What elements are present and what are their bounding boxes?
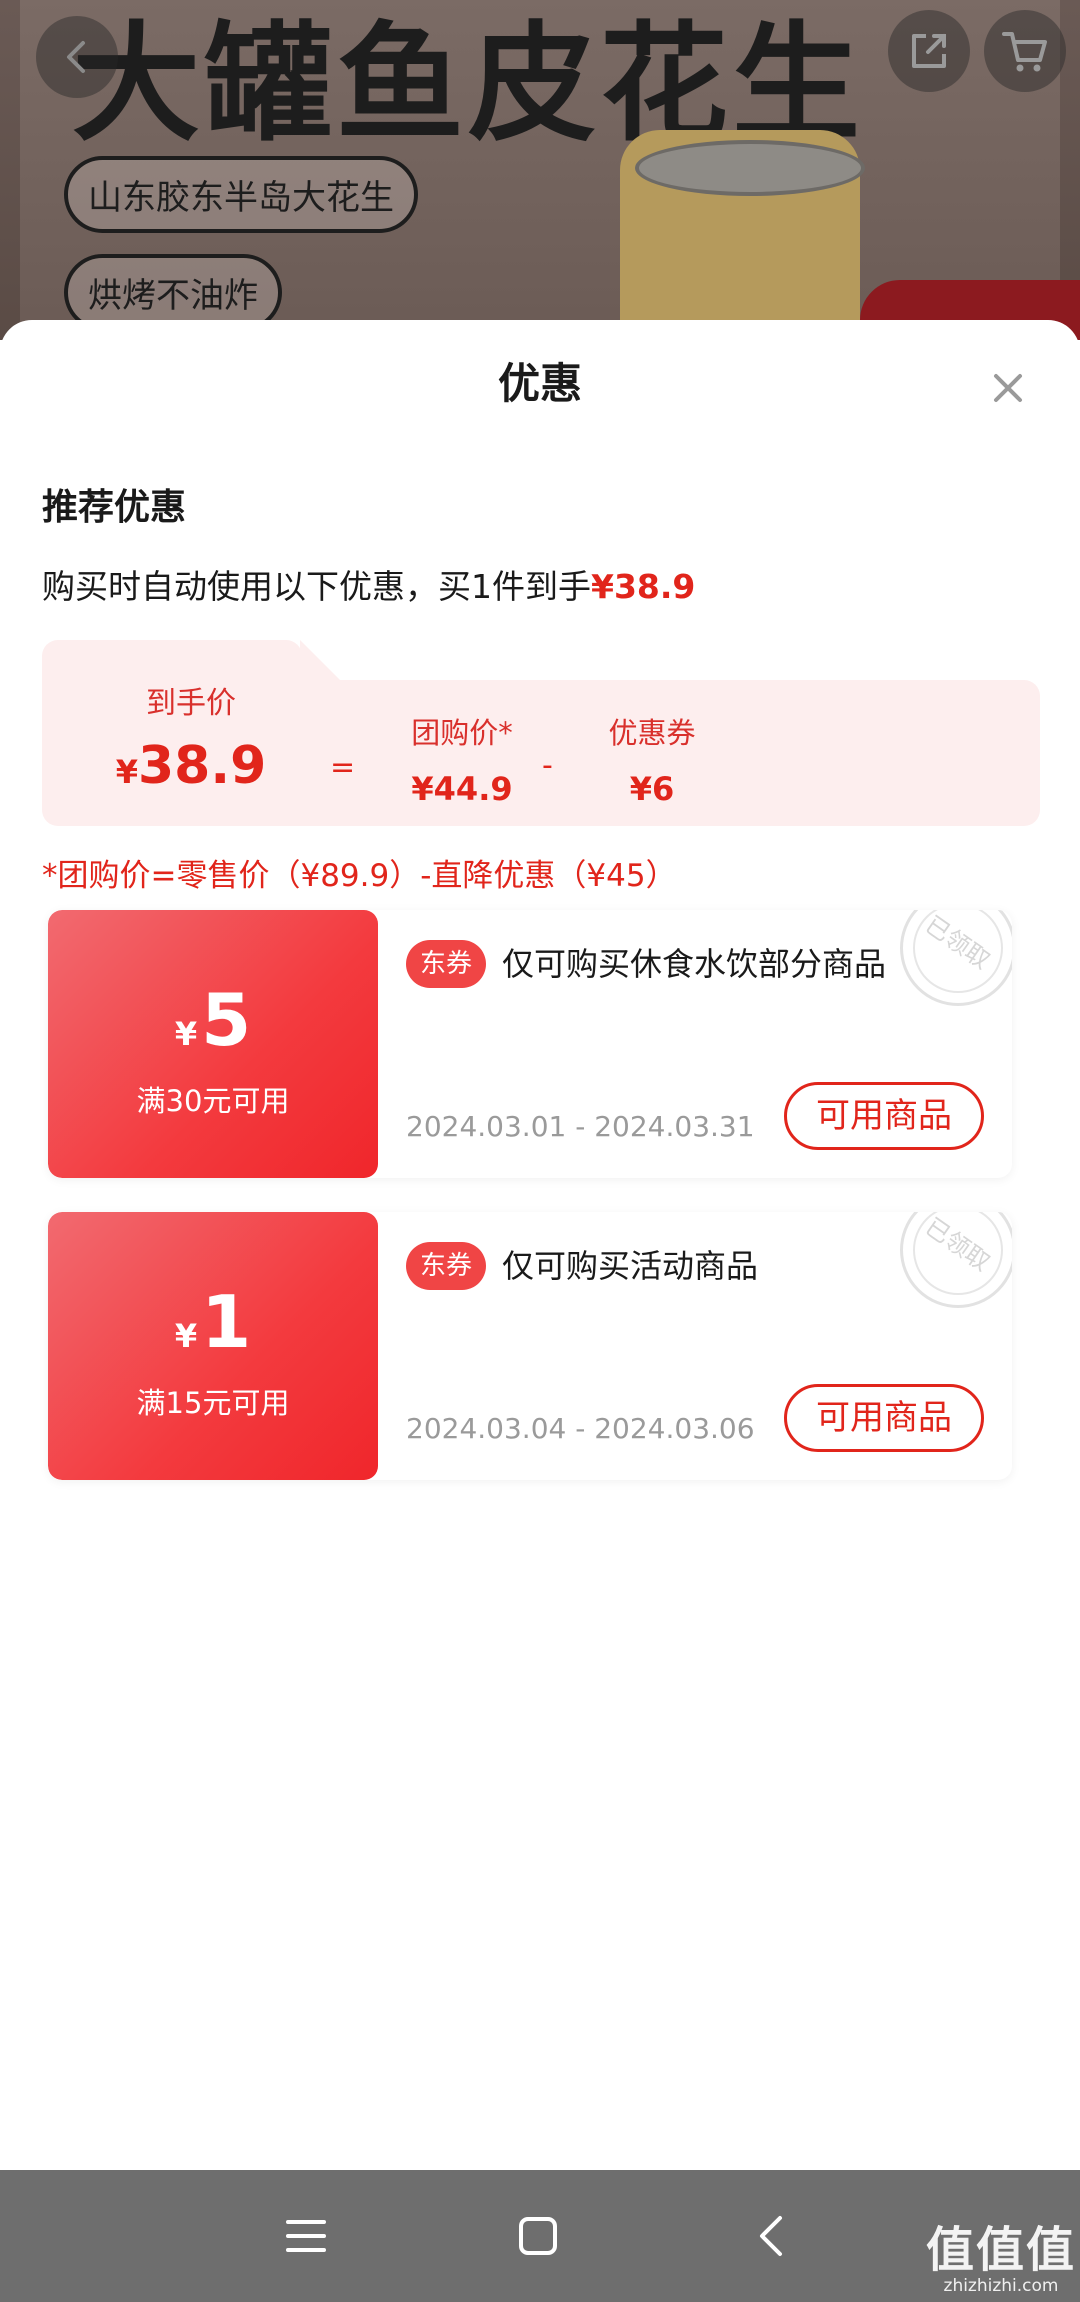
final-price-value: ¥38.9 (96, 736, 286, 796)
cart-button[interactable] (984, 10, 1066, 92)
coupon-value-panel: ¥5 满30元可用 (48, 910, 378, 1178)
coupon-type-badge: 东券 (406, 1242, 487, 1290)
final-price-yen: ¥ (115, 753, 138, 791)
coupon-date-range: 2024.03.04 - 2024.03.06 (406, 1412, 755, 1445)
coupon-amount-number: 1 (201, 1280, 252, 1364)
coupon-description: 仅可购买休食水饮部分商品 (502, 945, 887, 983)
group-price-label: 团购价* (411, 716, 513, 750)
coupon-yen: ¥ (174, 1015, 198, 1053)
site-watermark: 值值值 zhizhizhi.com (926, 2210, 1076, 2296)
group-price-col: 团购价* ¥44.9 (382, 710, 542, 808)
coupon-condition: 满30元可用 (136, 1084, 290, 1118)
system-nav-bar (0, 2170, 1080, 2302)
coupon-amount: ¥5 (48, 978, 378, 1076)
recent-apps-button[interactable] (270, 2200, 342, 2272)
back-button[interactable] (36, 16, 118, 98)
coupon-card: ¥5 满30元可用 东券 仅可购买休食水饮部分商品 2024.03.01 - 2… (48, 910, 1012, 1178)
jar-lid-image (635, 140, 865, 196)
home-square-icon (519, 2217, 557, 2255)
menu-icon (286, 2220, 326, 2252)
final-price-col: 到手价 ¥38.9 (96, 678, 286, 796)
watermark-url: zhizhizhi.com (943, 2276, 1059, 2296)
final-price-label: 到手价 (146, 686, 236, 721)
sheet-title: 优惠 (497, 359, 582, 408)
chevron-left-icon (67, 41, 85, 73)
share-icon (912, 34, 946, 68)
coupon-condition: 满15元可用 (136, 1386, 290, 1420)
minus-sign: - (542, 748, 553, 783)
product-banner: 大罐鱼皮花生 山东胶东半岛大花生 烘烤不油炸 (0, 0, 1080, 340)
breakdown-tab-slope (300, 640, 342, 682)
final-price-number: 38.9 (137, 736, 267, 796)
banner-tag-origin: 山东胶东半岛大花生 (64, 156, 418, 233)
group-price-value: ¥44.9 (411, 770, 513, 808)
home-button[interactable] (502, 2200, 574, 2272)
section-title-recommended: 推荐优惠 (42, 487, 187, 528)
coupon-value-panel: ¥1 满15元可用 (48, 1212, 378, 1480)
claimed-stamp: 已领取 (900, 910, 1012, 1006)
coupon-amount: ¥1 (48, 1280, 378, 1378)
cart-icon (1002, 32, 1047, 72)
available-products-button[interactable]: 可用商品 (784, 1384, 984, 1452)
share-button[interactable] (888, 10, 970, 92)
watermark-logo-text: 值值值 (926, 2222, 1077, 2278)
auto-apply-price: ¥38.9 (591, 567, 696, 606)
claimed-stamp: 已领取 (900, 1212, 1012, 1308)
coupon-total-value: ¥6 (629, 770, 675, 808)
coupon-card: ¥1 满15元可用 东券 仅可购买活动商品 2024.03.04 - 2024.… (48, 1212, 1012, 1480)
close-icon (994, 374, 1022, 402)
close-button[interactable] (980, 360, 1036, 416)
coupon-yen: ¥ (174, 1317, 198, 1355)
auto-apply-line: 购买时自动使用以下优惠，买1件到手¥38.9 (42, 560, 695, 608)
coupon-amount-number: 5 (201, 978, 252, 1062)
coupon-description: 仅可购买活动商品 (502, 1247, 759, 1285)
coupon-total-label: 优惠券 (608, 716, 696, 750)
auto-apply-text: 购买时自动使用以下优惠，买1件到手 (42, 567, 591, 606)
screen: 大罐鱼皮花生 山东胶东半岛大花生 烘烤不油炸 优惠 推荐优惠 购买时自动使用以下… (0, 0, 1080, 2302)
back-arrow-icon (760, 2216, 782, 2256)
coupon-total-col: 优惠券 ¥6 (592, 710, 712, 808)
available-products-button[interactable]: 可用商品 (784, 1082, 984, 1150)
group-price-note: *团购价=零售价（¥89.9）-直降优惠（¥45） (42, 858, 677, 894)
coupon-type-badge: 东券 (406, 940, 487, 988)
system-back-button[interactable] (736, 2200, 808, 2272)
equals-sign: = (330, 750, 356, 785)
coupon-date-range: 2024.03.01 - 2024.03.31 (406, 1110, 755, 1143)
